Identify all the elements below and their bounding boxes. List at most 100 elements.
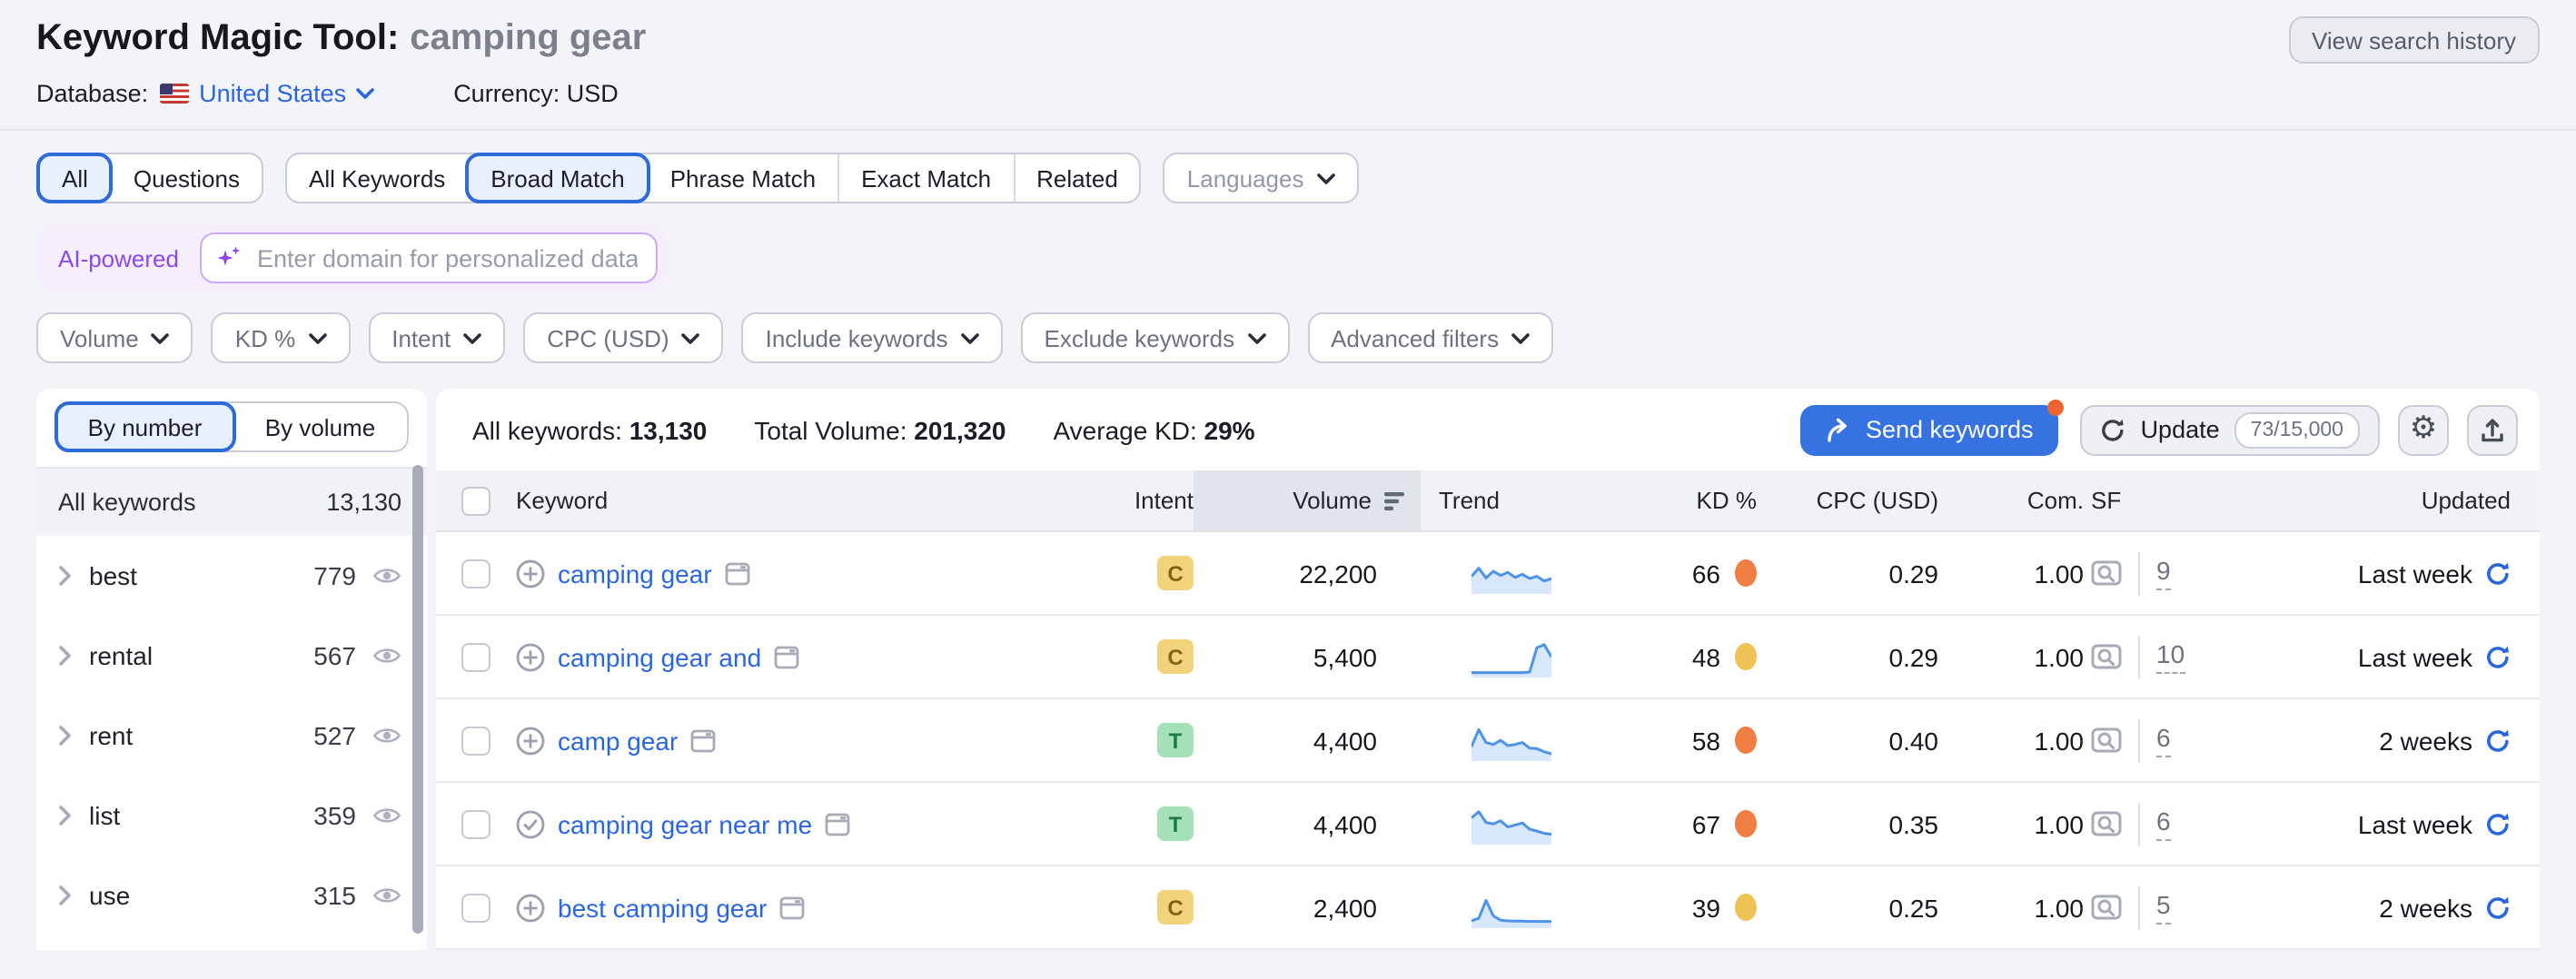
keyword-group-item[interactable]: best 779 [36,536,427,616]
filter-dropdown[interactable]: Include keywords [742,312,1003,363]
serp-features-count[interactable]: 9 [2156,557,2171,589]
column-header-updated[interactable]: Updated [2265,471,2511,530]
table-settings-button[interactable]: ⚙ [2398,404,2449,455]
tab[interactable]: By volume [233,403,407,450]
refresh-keyword-icon[interactable] [2485,644,2511,669]
column-header-sf[interactable]: SF [2084,471,2265,530]
serp-features-icon[interactable] [774,644,799,669]
tab-label: By volume [265,413,375,440]
serp-features-icon[interactable] [690,727,716,753]
trend-sparkline [1471,720,1551,760]
serp-snapshot-icon[interactable] [2091,727,2122,754]
filter-dropdown[interactable]: CPC (USD) [523,312,723,363]
column-header-volume[interactable]: Volume [1194,471,1421,530]
export-button[interactable] [2467,404,2518,455]
filter-dropdown[interactable]: Advanced filters [1307,312,1553,363]
keyword-link[interactable]: camp gear [558,726,678,755]
serp-snapshot-icon[interactable] [2091,894,2122,921]
update-quota-badge: 73/15,000 [2234,411,2360,448]
eye-icon[interactable] [372,563,401,588]
keyword-link[interactable]: camping gear [558,559,712,588]
keyword-group-item[interactable]: list 359 [36,776,427,855]
serp-features-icon[interactable] [725,560,750,586]
row-checkbox[interactable] [461,559,490,588]
keyword-group-item[interactable]: rental 567 [36,616,427,696]
keyword-link[interactable]: camping gear and [558,642,761,671]
tab[interactable]: Exact Match [837,154,1013,202]
filter-dropdown[interactable]: Intent [368,312,505,363]
serp-snapshot-icon[interactable] [2091,810,2122,837]
chevron-right-icon[interactable] [58,885,73,906]
tab[interactable]: Related [1013,154,1140,202]
add-keyword-icon[interactable] [516,642,545,671]
export-icon [2480,417,2505,442]
select-all-checkbox[interactable] [461,486,490,515]
column-header-com[interactable]: Com. [1938,471,2084,530]
divider [2138,718,2140,762]
serp-features-count[interactable]: 6 [2156,724,2171,756]
tab[interactable]: Phrase Match [649,154,837,202]
tab[interactable]: By number [54,401,235,452]
tab-label: All [62,164,88,192]
chevron-right-icon[interactable] [58,725,73,747]
languages-dropdown[interactable]: Languages [1164,153,1359,203]
column-header-kd[interactable]: KD % [1602,471,1757,530]
add-keyword-icon[interactable] [516,559,545,588]
serp-features-count[interactable]: 6 [2156,807,2171,840]
group-label: rent [89,721,313,750]
eye-icon[interactable] [372,643,401,668]
send-keywords-button[interactable]: Send keywords [1800,404,2059,455]
trend-sparkline [1471,637,1551,677]
keyword-added-icon[interactable] [516,809,545,838]
filter-dropdown[interactable]: Exclude keywords [1021,312,1290,363]
refresh-keyword-icon[interactable] [2485,811,2511,836]
filter-dropdown[interactable]: KD % [212,312,350,363]
group-count: 567 [313,641,356,670]
eye-icon[interactable] [372,883,401,908]
chevron-right-icon[interactable] [58,805,73,826]
chevron-right-icon[interactable] [58,645,73,667]
divider [2138,802,2140,846]
domain-input[interactable] [201,232,659,283]
add-keyword-icon[interactable] [516,726,545,755]
kd-value: 67 [1692,809,1720,838]
serp-features-icon[interactable] [825,811,850,836]
column-header-intent[interactable]: Intent [1085,471,1194,530]
column-header-cpc[interactable]: CPC (USD) [1757,471,1938,530]
filter-label: CPC (USD) [547,324,669,351]
serp-snapshot-icon[interactable] [2091,643,2122,670]
add-keyword-icon[interactable] [516,893,545,922]
filter-dropdown[interactable]: Volume [36,312,193,363]
tab[interactable]: All Keywords [287,154,467,202]
serp-snapshot-icon[interactable] [2091,559,2122,587]
table-body: camping gear C 22,200 66 0.29 1.00 9 Las… [436,532,2540,950]
sidebar-scrollbar[interactable] [412,465,423,934]
view-search-history-button[interactable]: View search history [2288,16,2540,64]
keyword-group-item[interactable]: use 315 [36,855,427,935]
database-select[interactable]: United States [199,80,373,107]
sidebar-item-all-keywords[interactable]: All keywords 13,130 [36,469,427,536]
refresh-keyword-icon[interactable] [2485,895,2511,920]
row-checkbox[interactable] [461,893,490,922]
row-checkbox[interactable] [461,642,490,671]
chevron-right-icon[interactable] [58,565,73,587]
keyword-link[interactable]: camping gear near me [558,809,812,838]
tab[interactable]: Questions [112,154,262,202]
serp-features-icon[interactable] [779,895,805,920]
updated-value: 2 weeks [2379,726,2472,755]
refresh-keyword-icon[interactable] [2485,560,2511,586]
eye-icon[interactable] [372,803,401,828]
column-header-trend[interactable]: Trend [1421,471,1602,530]
column-header-keyword[interactable]: Keyword [516,471,1085,530]
serp-features-count[interactable]: 5 [2156,891,2171,924]
refresh-keyword-icon[interactable] [2485,727,2511,753]
row-checkbox[interactable] [461,726,490,755]
eye-icon[interactable] [372,723,401,748]
update-metrics-button[interactable]: Update 73/15,000 [2081,404,2380,455]
keyword-group-item[interactable]: rent 527 [36,696,427,776]
tab[interactable]: All [36,153,114,203]
row-checkbox[interactable] [461,809,490,838]
tab[interactable]: Broad Match [465,153,649,203]
serp-features-count[interactable]: 10 [2156,640,2185,673]
keyword-link[interactable]: best camping gear [558,893,767,922]
